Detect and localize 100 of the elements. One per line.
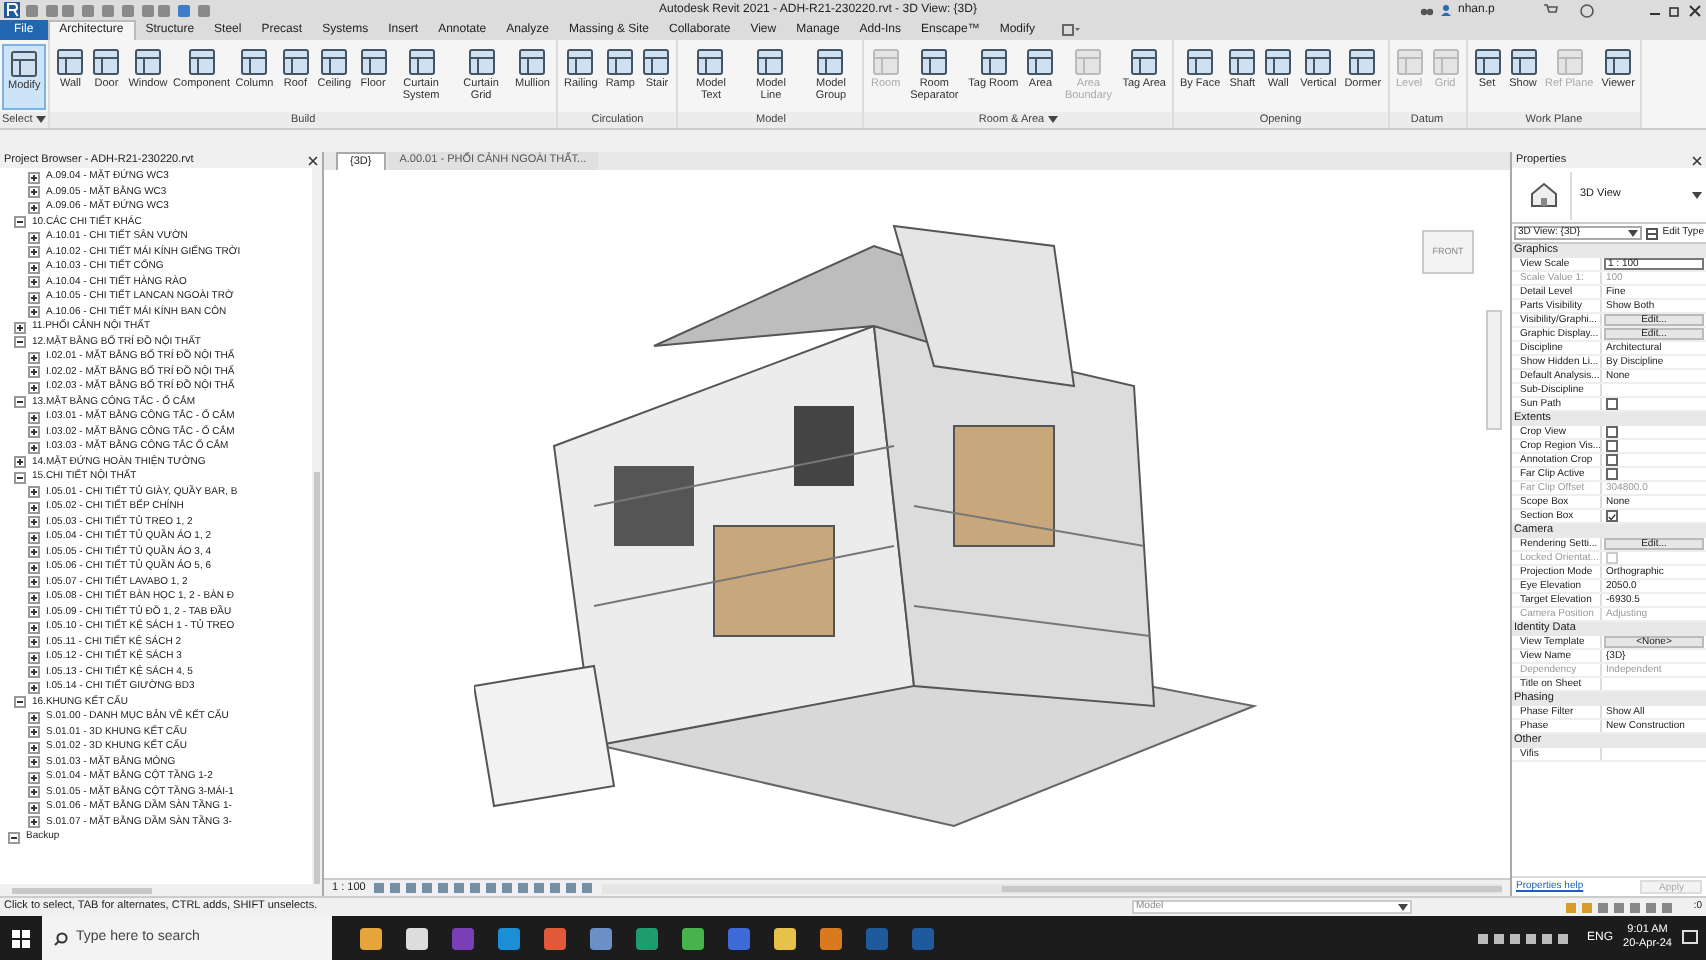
house-icon bbox=[1529, 182, 1557, 208]
taskbar-app-icon[interactable] bbox=[360, 927, 382, 949]
quick-access-toolbar-drawing[interactable] bbox=[26, 3, 216, 17]
tool-icon bbox=[566, 48, 595, 76]
expand-box-icon[interactable] bbox=[28, 261, 40, 274]
expand-box-icon[interactable] bbox=[28, 426, 40, 439]
expand-box-icon[interactable] bbox=[28, 171, 40, 184]
collapse-box-icon[interactable] bbox=[8, 831, 20, 844]
taskbar-app-icon[interactable] bbox=[406, 927, 428, 949]
tool-icon bbox=[320, 48, 349, 76]
tool-icon bbox=[10, 50, 39, 78]
expand-box-icon[interactable] bbox=[14, 456, 26, 469]
ribbon-options-icon[interactable] bbox=[1061, 24, 1080, 36]
taskbar-app-icon[interactable] bbox=[590, 927, 612, 949]
cart-icon[interactable] bbox=[1544, 4, 1558, 16]
checkbox[interactable] bbox=[1606, 440, 1618, 452]
expand-box-icon[interactable] bbox=[28, 786, 40, 799]
expand-box-icon[interactable] bbox=[28, 651, 40, 664]
expand-box-icon[interactable] bbox=[28, 531, 40, 544]
binoculars-icon[interactable] bbox=[1420, 4, 1434, 16]
expand-box-icon[interactable] bbox=[28, 411, 40, 424]
tool-icon bbox=[1130, 48, 1159, 76]
expand-box-icon[interactable] bbox=[28, 291, 40, 304]
expand-box-icon[interactable] bbox=[28, 726, 40, 739]
expand-box-icon[interactable] bbox=[28, 606, 40, 619]
caret-icon bbox=[1628, 229, 1639, 237]
notification-icon[interactable] bbox=[1682, 930, 1698, 946]
tool-icon bbox=[1186, 48, 1215, 76]
tool-icon bbox=[1264, 48, 1293, 76]
restore-icon[interactable] bbox=[1668, 3, 1682, 17]
checkbox[interactable] bbox=[1606, 454, 1618, 466]
tool-icon bbox=[407, 48, 436, 76]
expand-box-icon[interactable] bbox=[28, 306, 40, 319]
expand-box-icon[interactable] bbox=[28, 516, 40, 529]
tool-icon bbox=[1348, 48, 1377, 76]
expand-box-icon[interactable] bbox=[28, 441, 40, 454]
navigation-bar bbox=[1486, 310, 1502, 430]
expand-box-icon[interactable] bbox=[28, 546, 40, 559]
view-controls-drawing[interactable] bbox=[373, 882, 594, 894]
expand-box-icon[interactable] bbox=[28, 756, 40, 769]
expand-box-icon[interactable] bbox=[28, 231, 40, 244]
tool-icon bbox=[606, 48, 635, 76]
expand-box-icon[interactable] bbox=[28, 771, 40, 784]
collapse-box-icon[interactable] bbox=[14, 336, 26, 349]
expand-box-icon[interactable] bbox=[28, 351, 40, 364]
search-icon bbox=[54, 931, 68, 945]
close-icon[interactable] bbox=[1688, 3, 1702, 17]
expand-box-icon[interactable] bbox=[14, 321, 26, 334]
collapse-box-icon[interactable] bbox=[14, 471, 26, 484]
expand-box-icon[interactable] bbox=[28, 186, 40, 199]
checkbox[interactable] bbox=[1606, 426, 1618, 438]
tool-icon bbox=[1604, 48, 1633, 76]
tool-icon bbox=[240, 48, 269, 76]
expand-box-icon[interactable] bbox=[28, 201, 40, 214]
tool-icon bbox=[133, 48, 162, 76]
expand-box-icon[interactable] bbox=[28, 366, 40, 379]
taskbar-app-icon[interactable] bbox=[682, 927, 704, 949]
windows-logo-icon[interactable] bbox=[12, 929, 30, 947]
tool-icon bbox=[642, 48, 671, 76]
expand-box-icon[interactable] bbox=[28, 576, 40, 589]
tool-icon bbox=[1026, 48, 1055, 76]
caret-icon bbox=[36, 116, 47, 124]
tool-icon bbox=[979, 48, 1008, 76]
tool-icon bbox=[816, 48, 845, 76]
taskbar-app-icon[interactable] bbox=[820, 927, 842, 949]
checkbox[interactable] bbox=[1606, 398, 1618, 410]
expand-box-icon[interactable] bbox=[28, 816, 40, 829]
expand-box-icon[interactable] bbox=[28, 276, 40, 289]
tool-icon bbox=[1304, 48, 1333, 76]
collapse-box-icon[interactable] bbox=[14, 696, 26, 709]
checkbox[interactable] bbox=[1606, 468, 1618, 480]
taskbar-app-icon[interactable] bbox=[774, 927, 796, 949]
tool-icon bbox=[1555, 48, 1584, 76]
tool-icon bbox=[696, 48, 725, 76]
expand-box-icon[interactable] bbox=[28, 621, 40, 634]
tool-icon bbox=[1509, 48, 1538, 76]
expand-box-icon[interactable] bbox=[28, 501, 40, 514]
check-icon bbox=[1608, 511, 1616, 521]
tool-icon bbox=[1395, 48, 1424, 76]
expand-box-icon[interactable] bbox=[28, 636, 40, 649]
close-icon[interactable] bbox=[308, 155, 318, 165]
close-icon[interactable] bbox=[1692, 155, 1702, 165]
checkbox[interactable] bbox=[1606, 510, 1618, 522]
expand-box-icon[interactable] bbox=[28, 381, 40, 394]
expand-box-icon[interactable] bbox=[28, 486, 40, 499]
expand-box-icon[interactable] bbox=[28, 591, 40, 604]
collapse-box-icon[interactable] bbox=[14, 396, 26, 409]
collapse-box-icon[interactable] bbox=[14, 216, 26, 229]
expand-box-icon[interactable] bbox=[28, 741, 40, 754]
tool-icon bbox=[1074, 48, 1103, 76]
expand-box-icon[interactable] bbox=[28, 681, 40, 694]
expand-box-icon[interactable] bbox=[28, 711, 40, 724]
tool-icon bbox=[920, 48, 949, 76]
expand-box-icon[interactable] bbox=[28, 801, 40, 814]
expand-box-icon[interactable] bbox=[28, 666, 40, 679]
tool-icon bbox=[756, 48, 785, 76]
expand-box-icon[interactable] bbox=[28, 246, 40, 259]
tool-icon bbox=[56, 48, 85, 76]
expand-box-icon[interactable] bbox=[28, 561, 40, 574]
tool-icon bbox=[871, 48, 900, 76]
